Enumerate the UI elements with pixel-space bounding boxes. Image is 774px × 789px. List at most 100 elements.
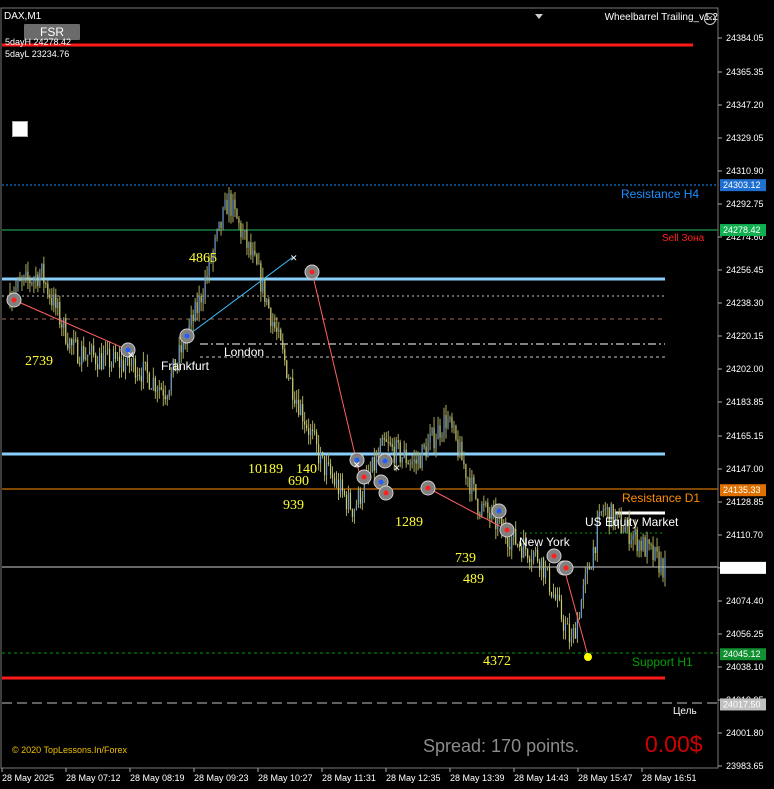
candle-body (606, 507, 608, 509)
candle-body (572, 628, 575, 638)
time-tick-label: 28 May 11:31 (322, 773, 376, 783)
candle-body (118, 356, 121, 368)
candle-body (435, 439, 437, 449)
candle-body (654, 547, 656, 560)
candle-body (437, 425, 439, 440)
candle-body (158, 387, 160, 391)
candle-body (429, 433, 431, 442)
candle-body (391, 444, 393, 447)
time-axis: 28 May 2025 28 May 07:12 28 May 08:19 28 Ma… (1, 768, 697, 783)
toggle-checkbox[interactable] (12, 121, 28, 137)
trade-direction-dot (496, 508, 502, 514)
candle-body (87, 354, 89, 357)
candle-body (98, 353, 101, 370)
candle-body (238, 218, 240, 224)
price-tick-label: 24074.40 (726, 596, 764, 606)
candle-body (216, 229, 218, 239)
candle-body (51, 298, 53, 306)
candle-body (381, 437, 383, 446)
candle-body (27, 271, 29, 280)
candle-body (306, 424, 308, 429)
indicator-name: Wheelbarrel Trailing_v1.2 (604, 12, 718, 23)
candle-body (441, 435, 443, 438)
candle-body (652, 544, 654, 560)
candle-body (317, 444, 320, 464)
candle-body (650, 543, 652, 545)
candle-body (284, 349, 286, 361)
trade-direction-dot (563, 565, 569, 571)
price-tick-label: 24165.15 (726, 431, 764, 441)
candle-body (552, 594, 555, 597)
candle-body (383, 437, 385, 440)
price-tick-label: 24329.05 (726, 133, 764, 143)
candle-body (116, 356, 119, 359)
price-tick-label: 24365.35 (726, 67, 764, 77)
candle-body (544, 567, 547, 578)
close-icon[interactable]: ✕ (704, 13, 716, 25)
candle-body (373, 457, 375, 471)
price-tick-label: 24347.20 (726, 100, 764, 110)
trade-direction-dot (378, 479, 384, 485)
candle-body (339, 479, 342, 494)
candle-body (475, 483, 477, 499)
candle-body (531, 560, 533, 563)
annotation-value: 939 (283, 498, 304, 513)
trade-direction-dot (383, 490, 389, 496)
candle-body (288, 377, 290, 379)
candle-body (252, 250, 254, 256)
collapse-arrow-icon[interactable] (535, 14, 543, 19)
candle-body (61, 324, 63, 328)
candle-body (618, 512, 620, 515)
spread-display: Spread: 170 points. (423, 736, 580, 756)
candle-body (630, 540, 632, 545)
candle-body (353, 509, 356, 517)
candle-body (459, 441, 461, 458)
candle-body (150, 388, 152, 390)
candle-body (656, 547, 658, 552)
candle-body (634, 529, 636, 536)
trade-direction-dot (504, 527, 510, 533)
candle-body (55, 294, 57, 308)
candle-body (232, 199, 234, 216)
candle-body (646, 539, 648, 557)
candle-body (220, 221, 222, 229)
candle-body (25, 271, 27, 276)
candle-body (100, 353, 103, 370)
candle-body (260, 263, 262, 292)
candle-body (35, 274, 37, 280)
candle-body (280, 329, 282, 341)
candle-body (403, 449, 405, 458)
price-tick-label: 24220.15 (726, 331, 764, 341)
price-tick-label: 24056.25 (726, 629, 764, 639)
candle-body (564, 623, 567, 631)
candle-body (401, 457, 403, 463)
price-tag-label: 24303.12 (723, 180, 761, 190)
price-tick-label: 24202.00 (726, 364, 764, 374)
candle-body (397, 440, 399, 443)
candle-body (427, 441, 429, 458)
candle-body (166, 396, 168, 400)
candle-body (349, 492, 352, 510)
candle-body (83, 346, 85, 360)
candle-body (17, 279, 19, 288)
candle-body (248, 242, 250, 248)
candle-body (662, 558, 664, 578)
candle-body (562, 619, 565, 631)
price-chart[interactable]: ✕ ✕ ✕ ✕ Frankfurt London New York US Equity… (0, 0, 774, 789)
candle-body (59, 302, 61, 325)
candle-body (96, 364, 99, 370)
price-tick-label: 24238.30 (726, 298, 764, 308)
time-tick-label: 28 May 10:27 (258, 773, 313, 783)
candle-body (465, 464, 467, 479)
candle-body (658, 551, 660, 573)
candle-body (560, 599, 563, 620)
candle-body (308, 428, 310, 436)
candle-body (644, 537, 646, 557)
candle-body (431, 427, 433, 434)
candle-body (327, 462, 330, 464)
cross-marker-icon: ✕ (393, 463, 401, 473)
candle-body (53, 294, 55, 306)
time-tick-label: 28 May 15:47 (578, 773, 633, 783)
candle-body (214, 238, 216, 252)
candle-body (445, 415, 447, 428)
